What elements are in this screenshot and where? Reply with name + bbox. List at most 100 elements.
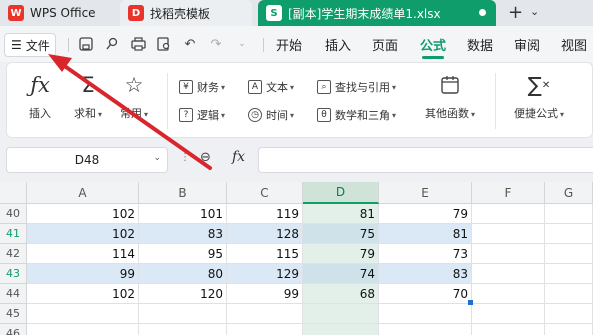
cell-c44[interactable]: 99 [227,284,303,304]
cell-b43[interactable]: 80 [139,264,227,284]
tab-view[interactable]: 视图 [561,26,587,62]
cell-c40[interactable]: 119 [227,204,303,224]
cell-f44[interactable] [472,284,545,304]
row-header[interactable]: 41 [0,224,27,244]
cell-g42[interactable] [545,244,593,264]
cell-a44[interactable]: 102 [27,284,139,304]
redo-icon[interactable]: ↷ [206,34,226,54]
name-box[interactable]: D48 ⌄ [6,147,168,173]
print-preview-icon[interactable] [154,34,174,54]
cell-g40[interactable] [545,204,593,224]
fx-icon[interactable]: fx [232,149,245,165]
cell-c46[interactable] [227,324,303,335]
cell-a40[interactable]: 102 [27,204,139,224]
save-icon[interactable] [76,34,96,54]
print-icon[interactable] [128,34,148,54]
select-all-corner[interactable] [0,182,27,204]
cell-f46[interactable] [472,324,545,335]
file-menu-button[interactable]: ☰ 文件 [4,33,56,57]
cell-g45[interactable] [545,304,593,324]
cell-c43[interactable]: 129 [227,264,303,284]
cell-a42[interactable]: 114 [27,244,139,264]
column-header-b[interactable]: B [139,182,227,204]
logic-functions-button[interactable]: ? 逻辑 ▾ [179,105,225,125]
chevron-down-icon[interactable]: ⌄ [232,34,252,54]
zoom-search-icon[interactable]: ⊖ [200,150,211,165]
cell-e43[interactable]: 83 [379,264,472,284]
tab-wps-office[interactable]: W WPS Office [8,0,96,26]
convenient-formula-button[interactable]: ∑ ✕ 便捷公式 ▾ [507,71,571,131]
column-header-e[interactable]: E [379,182,472,204]
cell-b44[interactable]: 120 [139,284,227,304]
new-tab-button[interactable]: + [508,2,523,23]
math-functions-button[interactable]: θ 数学和三角 ▾ [317,105,396,125]
tab-review[interactable]: 审阅 [514,26,540,62]
cell-f45[interactable] [472,304,545,324]
tab-docer-templates[interactable]: D 找稻壳模板 [120,0,252,26]
formula-input[interactable] [258,147,593,173]
time-functions-button[interactable]: ◷ 时间 ▾ [248,105,294,125]
column-header-c[interactable]: C [227,182,303,204]
cell-g43[interactable] [545,264,593,284]
cell-g41[interactable] [545,224,593,244]
cell-d46[interactable] [303,324,379,335]
cell-b46[interactable] [139,324,227,335]
insert-function-button[interactable]: ƒx 插入 [17,71,63,131]
row-header[interactable]: 42 [0,244,27,264]
autosum-button[interactable]: Σ 求和 ▾ [65,71,111,131]
cell-b42[interactable]: 95 [139,244,227,264]
tab-page[interactable]: 页面 [372,26,398,62]
tab-active-workbook[interactable]: S [副本]学生期末成绩单1.xlsx [258,0,496,26]
text-functions-button[interactable]: A 文本 ▾ [248,77,294,97]
tab-formulas[interactable]: 公式 [420,26,446,62]
cell-a45[interactable] [27,304,139,324]
row-header[interactable]: 46 [0,324,27,335]
cell-c45[interactable] [227,304,303,324]
cell-e44[interactable]: 70 [379,284,472,304]
fill-handle[interactable] [468,300,473,305]
column-header-g[interactable]: G [545,182,593,204]
drag-handle-icon[interactable]: ⋮ [180,152,191,163]
undo-icon[interactable]: ↶ [180,34,200,54]
cell-d44[interactable]: 68 [303,284,379,304]
cell-b40[interactable]: 101 [139,204,227,224]
cell-a41[interactable]: 102 [27,224,139,244]
row-header[interactable]: 40 [0,204,27,224]
cell-e42[interactable]: 73 [379,244,472,264]
tab-insert[interactable]: 插入 [325,26,351,62]
column-header-a[interactable]: A [27,182,139,204]
cell-f41[interactable] [472,224,545,244]
chevron-down-icon[interactable]: ⌄ [153,153,161,163]
cell-b41[interactable]: 83 [139,224,227,244]
cell-d40[interactable]: 81 [303,204,379,224]
lookup-functions-button[interactable]: ⌕ 查找与引用 ▾ [317,77,396,97]
column-header-d[interactable]: D [303,182,379,204]
cell-c42[interactable]: 115 [227,244,303,264]
cell-d42[interactable]: 79 [303,244,379,264]
cell-b45[interactable] [139,304,227,324]
row-header[interactable]: 43 [0,264,27,284]
tab-data[interactable]: 数据 [467,26,493,62]
finance-functions-button[interactable]: ¥ 财务 ▾ [179,77,225,97]
cell-e40[interactable]: 79 [379,204,472,224]
row-header[interactable]: 45 [0,304,27,324]
cell-f40[interactable] [472,204,545,224]
cell-e41[interactable]: 81 [379,224,472,244]
column-header-f[interactable]: F [472,182,545,204]
cell-e46[interactable] [379,324,472,335]
cell-a46[interactable] [27,324,139,335]
cell-d43[interactable]: 74 [303,264,379,284]
format-painter-icon[interactable] [102,34,122,54]
other-functions-button[interactable]: 其他函数 ▾ [419,71,481,131]
cell-a43[interactable]: 99 [27,264,139,284]
common-functions-button[interactable]: ☆ 常用 ▾ [111,71,157,131]
row-header[interactable]: 44 [0,284,27,304]
chevron-down-icon[interactable]: ⌄ [530,5,539,18]
tab-home[interactable]: 开始 [276,26,302,62]
cell-g46[interactable] [545,324,593,335]
cell-f43[interactable] [472,264,545,284]
cell-e45[interactable] [379,304,472,324]
cell-c41[interactable]: 128 [227,224,303,244]
cell-d45[interactable] [303,304,379,324]
cell-f42[interactable] [472,244,545,264]
